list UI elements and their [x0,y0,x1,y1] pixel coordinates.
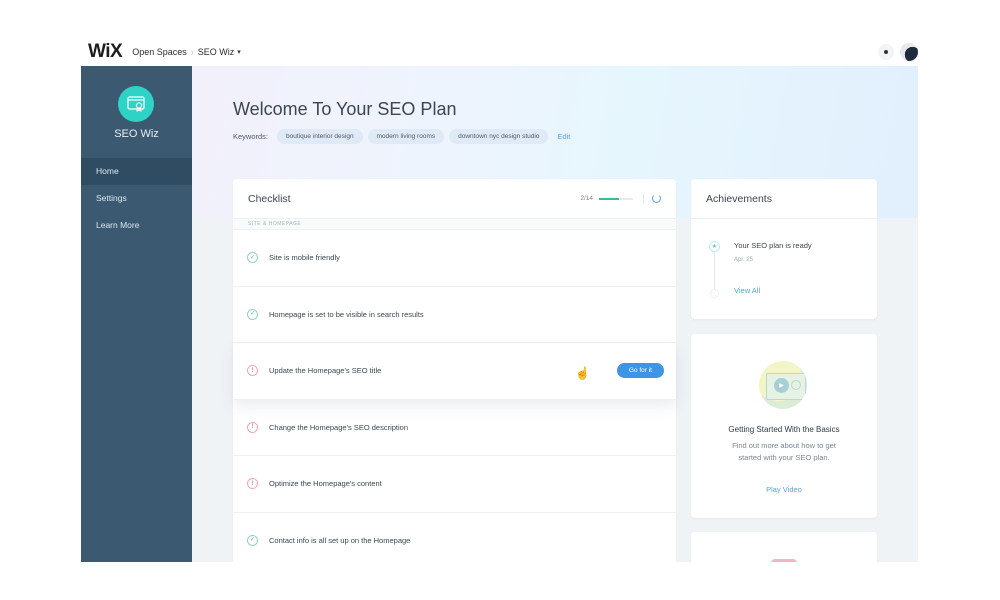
sidebar-item-home[interactable]: Home [81,158,192,185]
play-icon: ▶ [774,378,789,393]
achievement-title: Your SEO plan is ready [734,241,812,250]
edit-keywords-link[interactable]: Edit [557,132,570,141]
checklist-item[interactable]: ! Optimize the Homepage's content [233,456,676,513]
avatar[interactable] [900,43,918,61]
view-all-link[interactable]: View All [734,286,760,295]
hand-cursor-icon: ☝ [575,366,590,380]
refresh-icon[interactable] [652,194,661,203]
checklist-progress: 2/14 [580,193,661,204]
top-bar: WiX Open Spaces › SEO Wiz ▾ [82,38,918,66]
next-card [691,532,877,562]
checklist-item-text: Site is mobile friendly [269,253,340,263]
keyword-chip: modern living rooms [367,129,445,144]
checklist-title: Checklist [248,192,291,205]
warning-icon: ! [247,478,258,490]
getting-started-card: ▶ Getting Started With the Basics Find o… [691,334,877,518]
go-for-it-button[interactable]: Go for it [616,363,664,378]
section-label: SITE & HOMEPAGE [233,219,676,230]
main-content: Welcome To Your SEO Plan Keywords: bouti… [192,66,918,562]
keywords-row: Keywords: boutique interior design moder… [233,129,570,144]
checklist-item-text: Change the Homepage's SEO description [269,422,409,432]
sidebar: SEO Wiz Home Settings Learn More [81,66,192,562]
video-card-description: Find out more about how to get started w… [732,441,836,462]
achievements-title: Achievements [706,192,772,205]
timeline-line [714,249,715,292]
warning-icon: ! [247,365,258,377]
play-video-link[interactable]: Play Video [691,485,877,494]
notifications-icon[interactable] [878,44,894,60]
app-name: SEO Wiz [114,128,159,140]
divider [643,193,644,204]
checklist-item[interactable]: ! Change the Homepage's SEO description [233,399,676,456]
keywords-label: Keywords: [233,132,269,141]
keyword-chip: downtown nyc design studio [449,129,549,144]
checklist-item[interactable]: ✓ Homepage is set to be visible in searc… [233,286,676,343]
keyword-chip: boutique interior design [277,129,363,144]
checklist-item-text: Homepage is set to be visible in search … [269,309,424,319]
warning-icon: ! [247,421,258,433]
wix-logo[interactable]: WiX [88,41,123,63]
checklist-item-text: Contact info is all set up on the Homepa… [269,535,411,545]
checklist-item[interactable]: ! Update the Homepage's SEO title ☝ Go f… [233,343,676,400]
achievements-header: Achievements [691,179,877,219]
timeline-dot [710,289,719,298]
check-icon: ✓ [247,534,258,546]
checklist-header: Checklist 2/14 [233,179,676,219]
check-icon: ✓ [247,252,258,264]
breadcrumb-separator: › [190,47,194,57]
sidebar-nav: Home Settings Learn More [81,158,192,239]
breadcrumb-site[interactable]: Open Spaces [132,47,187,57]
checklist-item-text: Optimize the Homepage's content [269,479,382,489]
checklist-item[interactable]: ✓ Site is mobile friendly [233,230,676,287]
progress-count: 2/14 [580,195,593,202]
achievements-timeline: ★ Your SEO plan is ready Apr. 25 View Al… [691,219,877,319]
achievements-card: Achievements ★ Your SEO plan is ready Ap… [691,179,877,319]
checklist-card: Checklist 2/14 SITE & HOMEPAGE ✓ Site is… [233,179,676,562]
achievement-date: Apr. 25 [734,257,754,263]
star-icon: ★ [709,241,720,252]
page-title: Welcome To Your SEO Plan [233,99,457,119]
top-right-actions [878,43,918,61]
chevron-down-icon[interactable]: ▾ [237,48,241,56]
breadcrumb-app[interactable]: SEO Wiz [198,47,235,57]
sidebar-item-learn-more[interactable]: Learn More [81,212,192,239]
app-logo-icon [118,86,154,122]
check-icon: ✓ [247,308,258,320]
video-card-title: Getting Started With the Basics [728,425,840,434]
video-illustration-icon: ▶ [759,361,807,409]
progress-bar [599,197,633,200]
sidebar-item-settings[interactable]: Settings [81,185,192,212]
card-illustration-peek [771,559,797,562]
checklist-item-text: Update the Homepage's SEO title [269,366,382,376]
progress-fill [599,197,620,200]
checklist-item[interactable]: ✓ Contact info is all set up on the Home… [233,512,676,562]
